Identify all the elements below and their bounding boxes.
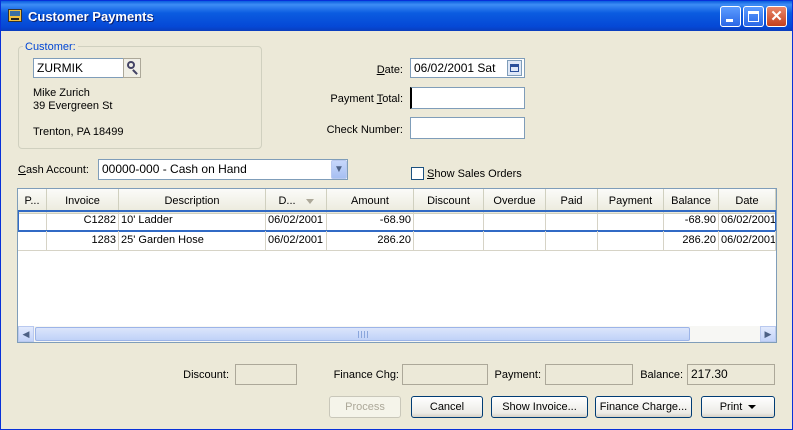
cell-d: 06/02/2001	[266, 211, 327, 231]
col-header-balance[interactable]: Balance	[664, 189, 719, 213]
show-invoice-button[interactable]: Show Invoice...	[491, 396, 588, 418]
balance-label: Balance:	[640, 369, 683, 381]
maximize-icon	[748, 11, 759, 22]
window-title: Customer Payments	[28, 9, 154, 24]
cell-description: 25' Garden Hose	[119, 231, 266, 251]
col-header-description[interactable]: Description	[119, 189, 266, 213]
check-number-label: Check Number:	[326, 124, 403, 136]
calendar-icon	[510, 64, 519, 72]
cell-p	[18, 211, 47, 231]
close-icon: ✕	[770, 8, 783, 25]
col-header-d-label: D...	[278, 195, 296, 207]
customer-address: 39 Evergreen St	[33, 100, 113, 112]
col-header-overdue[interactable]: Overdue	[484, 189, 546, 213]
horizontal-scrollbar[interactable]: ◀ ▶	[18, 326, 776, 342]
cash-account-label: Cash Account:	[18, 164, 89, 176]
scroll-thumb[interactable]	[35, 327, 690, 341]
table-row[interactable]: 1283 25' Garden Hose 06/02/2001 286.20 2…	[18, 231, 776, 251]
scroll-left-icon[interactable]: ◀	[18, 326, 34, 342]
print-button[interactable]: Print	[701, 396, 775, 418]
cell-balance: -68.90	[664, 211, 719, 231]
close-button[interactable]: ✕	[766, 6, 787, 27]
cell-overdue	[484, 231, 546, 251]
finance-charge-label: Finance Chg:	[333, 369, 399, 381]
customer-name: Mike Zurich	[33, 87, 90, 99]
cancel-button[interactable]: Cancel	[411, 396, 483, 418]
print-label: Print	[719, 401, 743, 413]
col-header-invoice[interactable]: Invoice	[47, 189, 119, 213]
date-label: Date:	[376, 64, 403, 76]
col-header-d[interactable]: D...	[266, 189, 327, 213]
cell-paid	[546, 211, 598, 231]
payment-label: Payment:	[494, 369, 541, 381]
cell-invoice: 1283	[47, 231, 119, 251]
cell-overdue	[484, 211, 546, 231]
cell-date: 06/02/2001	[719, 211, 776, 231]
col-header-p[interactable]: P...	[18, 189, 47, 213]
cell-balance: 286.20	[664, 231, 719, 251]
show-sales-orders-checkbox[interactable]	[411, 167, 424, 180]
cell-d: 06/02/2001	[266, 231, 327, 251]
cell-date: 06/02/2001	[719, 231, 776, 251]
cell-discount	[414, 231, 484, 251]
customer-payments-window: Customer Payments ✕ Customer: ZURMIK Mik…	[0, 0, 793, 430]
scroll-right-icon[interactable]: ▶	[760, 326, 776, 342]
payment-total-field	[545, 364, 633, 385]
app-icon	[8, 9, 22, 22]
customer-group-label: Customer:	[23, 41, 78, 53]
customer-lookup-button[interactable]	[123, 58, 141, 78]
cell-description: 10' Ladder	[119, 211, 266, 231]
minimize-button[interactable]	[720, 6, 741, 27]
cell-amount: -68.90	[327, 211, 414, 231]
title-bar[interactable]: Customer Payments ✕	[1, 1, 792, 31]
cell-p	[18, 231, 47, 251]
col-header-date[interactable]: Date	[719, 189, 776, 213]
discount-label: Discount:	[183, 369, 229, 381]
col-header-payment[interactable]: Payment	[598, 189, 664, 213]
col-header-paid[interactable]: Paid	[546, 189, 598, 213]
minimize-icon	[726, 19, 733, 22]
show-sales-orders-label: Show Sales Orders	[427, 168, 522, 180]
chevron-down-icon[interactable]: ▼	[331, 160, 347, 179]
balance-total-field: 217.30	[687, 364, 775, 385]
sort-down-icon	[305, 198, 314, 204]
cell-payment	[598, 211, 664, 231]
finance-charge-button[interactable]: Finance Charge...	[595, 396, 692, 418]
grip-icon	[358, 331, 368, 338]
payment-total-label: Payment Total:	[330, 93, 403, 105]
cell-paid	[546, 231, 598, 251]
cell-amount: 286.20	[327, 231, 414, 251]
caret-down-icon	[748, 405, 757, 410]
cell-invoice: C1282	[47, 211, 119, 231]
col-header-discount[interactable]: Discount	[414, 189, 484, 213]
search-icon	[127, 61, 135, 69]
finance-charge-total-field	[402, 364, 488, 385]
col-header-amount[interactable]: Amount	[327, 189, 414, 213]
discount-total-field	[235, 364, 297, 385]
cell-discount	[414, 211, 484, 231]
calendar-button[interactable]	[507, 60, 522, 76]
payment-total-input[interactable]	[410, 87, 525, 109]
customer-city-line: Trenton, PA 18499	[33, 126, 124, 138]
maximize-button[interactable]	[743, 6, 764, 27]
process-button[interactable]: Process	[329, 396, 401, 418]
check-number-input[interactable]	[410, 117, 525, 139]
invoice-grid[interactable]: P... Invoice Description D... Amount Dis…	[17, 188, 777, 343]
customer-code-input[interactable]: ZURMIK	[33, 58, 124, 78]
cash-account-select[interactable]: 00000-000 - Cash on Hand	[98, 159, 348, 180]
cell-payment	[598, 231, 664, 251]
table-row[interactable]: C1282 10' Ladder 06/02/2001 -68.90 -68.9…	[18, 210, 776, 232]
